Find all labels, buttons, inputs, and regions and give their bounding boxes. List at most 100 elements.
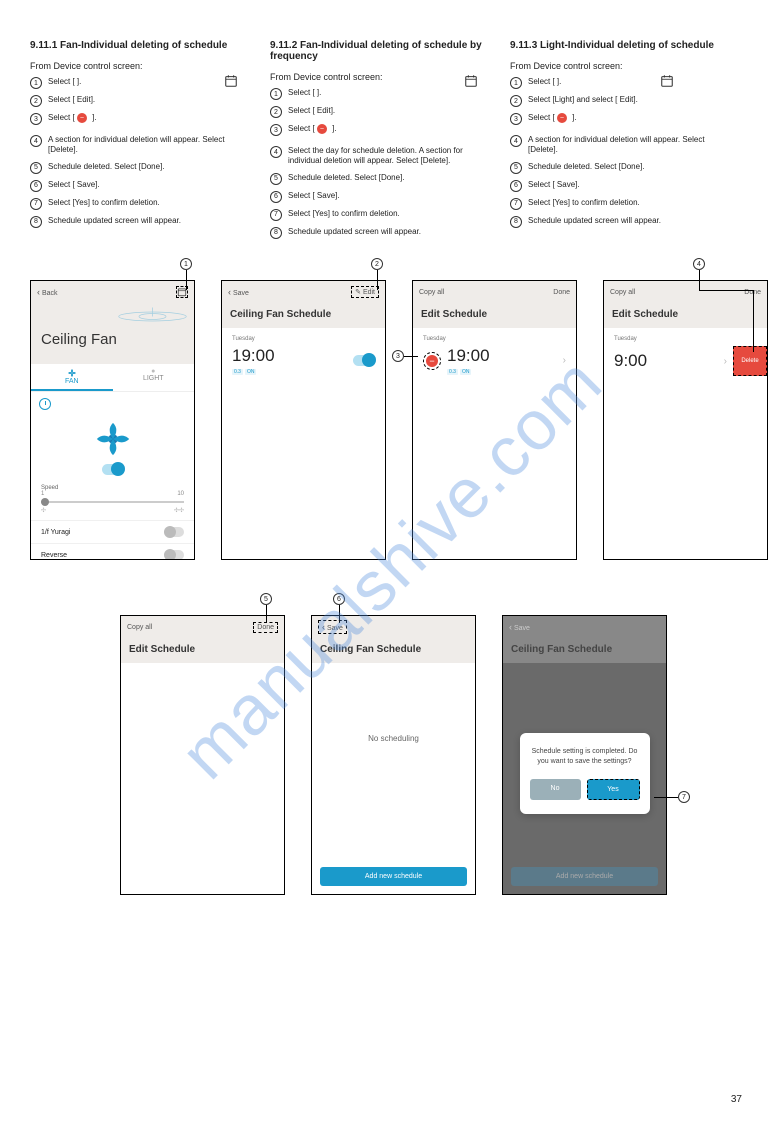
callout-6: 6 — [333, 593, 345, 605]
schedule-toggle[interactable] — [353, 355, 375, 366]
step-num-2: 2 — [510, 95, 522, 107]
add-schedule-button-disabled: Add new schedule — [511, 867, 658, 886]
step-text: Select [Yes] to confirm deletion. — [288, 209, 484, 219]
schedule-title: Ceiling Fan Schedule — [312, 638, 475, 663]
step-text: Select [ Save]. — [288, 191, 484, 201]
callout-7: 7 — [678, 791, 690, 803]
callout-line — [186, 270, 187, 290]
header-bar: Copy all Done — [121, 616, 284, 638]
step-text: Select [ ]. — [48, 77, 244, 87]
yes-button[interactable]: Yes — [587, 779, 640, 800]
step-num-5: 5 — [510, 162, 522, 174]
step-text: Select [ Edit]. — [48, 95, 244, 105]
col-a: 9.11.1 Fan-Individual deleting of schedu… — [30, 40, 244, 245]
col-b-sub: From Device control screen: — [270, 72, 484, 82]
phone-fan-control: ‹ Back Ceiling Fan FAN ●LIGHT Speed 110 — [30, 280, 195, 560]
back-button[interactable]: ‹ Back — [37, 287, 58, 297]
tag-speed: 0.3 — [232, 369, 243, 375]
speed-slider[interactable] — [41, 501, 184, 503]
step-text: Schedule updated screen will appear. — [288, 227, 484, 237]
phone-edit-schedule: Copy all Done Edit Schedule Tuesday − 19… — [412, 280, 577, 560]
delete-button[interactable]: Delete — [733, 346, 767, 376]
callout-line — [377, 270, 378, 290]
callout-3: 3 — [392, 350, 404, 362]
callout-line — [654, 797, 678, 798]
copy-all-button[interactable]: Copy all — [127, 624, 152, 631]
done-button[interactable]: Done — [253, 622, 278, 633]
calendar-icon — [224, 74, 238, 88]
tab-light[interactable]: ●LIGHT — [113, 364, 195, 391]
phone-row-1: 1 ‹ Back Ceiling Fan FAN ●LIGHT — [30, 280, 750, 560]
tab-fan[interactable]: FAN — [31, 364, 113, 391]
step-text: Select [ ]. — [528, 77, 724, 87]
confirm-modal: Schedule setting is completed. Do you wa… — [520, 733, 650, 814]
save-button[interactable]: ‹ Save — [509, 622, 530, 632]
step-num-2: 2 — [270, 106, 282, 118]
save-button[interactable]: ‹ Save — [228, 287, 249, 297]
yuragi-label: 1/f Yuragi — [41, 529, 70, 536]
delete-minus-button[interactable]: − — [423, 352, 441, 370]
header-bar: ‹ Save — [312, 616, 475, 638]
edit-button[interactable]: ✎ Edit — [351, 286, 379, 298]
reverse-toggle[interactable] — [164, 550, 184, 560]
tag-state: ON — [460, 369, 472, 375]
fan-graphic — [31, 416, 194, 479]
callout-5: 5 — [260, 593, 272, 605]
calendar-icon — [464, 74, 478, 88]
add-schedule-button[interactable]: Add new schedule — [320, 867, 467, 886]
step-num-4: 4 — [30, 135, 42, 147]
step-num-2: 2 — [30, 95, 42, 107]
step-text: Schedule deleted. Select [Done]. — [48, 162, 244, 172]
day-label: Tuesday — [232, 336, 375, 342]
callout-line — [753, 290, 754, 352]
step-num-4: 4 — [270, 146, 282, 158]
header-bar: Copy all Done — [413, 281, 576, 303]
step-num-3: 3 — [510, 113, 522, 125]
step-num-1: 1 — [270, 88, 282, 100]
speed-min: 1 — [41, 491, 44, 497]
chevron-right-icon: › — [563, 355, 566, 366]
callout-line — [339, 605, 340, 623]
edit-title: Edit Schedule — [413, 303, 576, 328]
calendar-icon — [660, 74, 674, 88]
phone-confirm-modal: ‹ Save Ceiling Fan Schedule Schedule set… — [502, 615, 667, 895]
step-text: Select [Yes] to confirm deletion. — [528, 198, 724, 208]
page-number: 37 — [731, 1094, 742, 1105]
step-text: Select [ ].Select [ − ]. — [48, 113, 244, 123]
step-text: Schedule updated screen will appear. — [48, 216, 244, 226]
save-button[interactable]: ‹ Save — [318, 620, 347, 634]
step-text: Schedule deleted. Select [Done]. — [288, 173, 484, 183]
no-button[interactable]: No — [530, 779, 581, 800]
step-text: Schedule updated screen will appear. — [528, 216, 724, 226]
schedule-time: 19:00 — [232, 346, 275, 366]
instruction-columns: 9.11.1 Fan-Individual deleting of schedu… — [30, 40, 750, 245]
step-num-3: 3 — [270, 124, 282, 136]
step-num-7: 7 — [30, 198, 42, 210]
schedule-time: 19:00 — [447, 346, 557, 366]
col-b-title: 9.11.2 Fan-Individual deleting of schedu… — [270, 40, 484, 62]
copy-all-button[interactable]: Copy all — [419, 289, 444, 296]
step-text: Select the day for schedule deletion. A … — [288, 146, 484, 167]
phone-edit-empty: Copy all Done Edit Schedule — [120, 615, 285, 895]
header-bar: ‹ Save ✎ Edit — [222, 281, 385, 303]
step-num-4: 4 — [510, 135, 522, 147]
fan-power-toggle[interactable] — [102, 464, 124, 475]
copy-all-button[interactable]: Copy all — [610, 289, 635, 296]
minus-icon: − — [557, 113, 567, 123]
speed-max: 10 — [177, 491, 184, 497]
step-num-5: 5 — [30, 162, 42, 174]
tag-state: ON — [245, 369, 257, 375]
step-num-5: 5 — [270, 173, 282, 185]
step-text: Select [Light] and select [ Edit]. — [528, 95, 724, 105]
clock-icon — [39, 398, 51, 410]
step-num-6: 6 — [30, 180, 42, 192]
col-c: 9.11.3 Light-Individual deleting of sche… — [510, 40, 724, 245]
empty-text: No scheduling — [312, 663, 475, 813]
step-num-8: 8 — [510, 216, 522, 228]
yuragi-toggle[interactable] — [164, 527, 184, 537]
schedule-title: Ceiling Fan Schedule — [222, 303, 385, 328]
step-num-1: 1 — [30, 77, 42, 89]
done-button[interactable]: Done — [553, 289, 570, 296]
step-num-8: 8 — [270, 227, 282, 239]
day-label: Tuesday — [423, 336, 566, 342]
